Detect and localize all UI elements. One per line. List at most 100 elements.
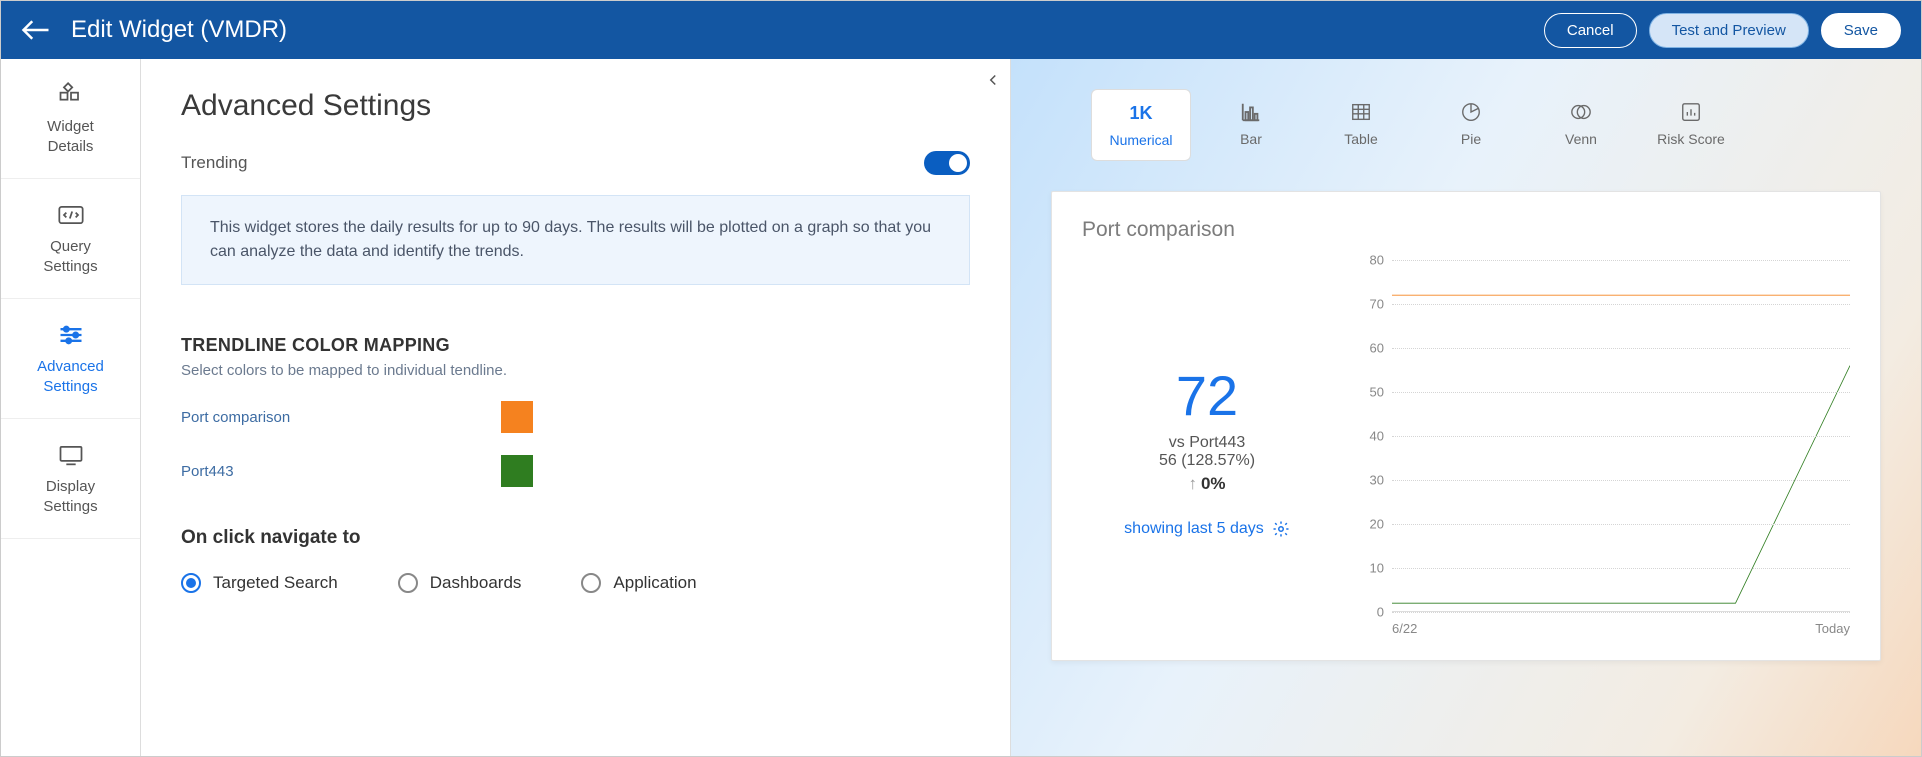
y-tick: 70 (1370, 297, 1384, 312)
arrow-up-icon: ↑ (1188, 474, 1197, 494)
sidebar-item-label: Display Settings (43, 477, 97, 516)
card-title: Port comparison (1082, 218, 1850, 242)
chart-type-tabs: 1K Numerical Bar Table Pie (1091, 89, 1881, 161)
sidebar-item-advanced-settings[interactable]: Advanced Settings (1, 299, 140, 419)
x-axis: 6/22 Today (1392, 616, 1850, 640)
header-left: Edit Widget (VMDR) (21, 15, 287, 45)
chart-area: 01020304050607080 6/22 Today (1352, 260, 1850, 640)
grid-line (1392, 436, 1850, 437)
chart-type-label: Risk Score (1657, 131, 1725, 147)
nav-head: On click navigate to (181, 527, 970, 549)
y-axis: 01020304050607080 (1352, 260, 1392, 612)
grid-line (1392, 480, 1850, 481)
grid-icon (57, 81, 85, 109)
y-tick: 60 (1370, 341, 1384, 356)
cancel-button[interactable]: Cancel (1544, 13, 1637, 48)
code-icon (57, 201, 85, 229)
sidebar: Widget Details Query Settings Advanced S… (1, 59, 141, 756)
page-title: Edit Widget (VMDR) (71, 16, 287, 44)
sidebar-item-label: Query Settings (43, 237, 97, 276)
pct-line: 56 (128.57%) (1159, 452, 1255, 470)
y-tick: 80 (1370, 253, 1384, 268)
preview-panel: 1K Numerical Bar Table Pie (1011, 59, 1921, 756)
settings-panel: Advanced Settings Trending This widget s… (141, 59, 1011, 756)
chart-type-table[interactable]: Table (1311, 89, 1411, 161)
color-row-label: Port comparison (181, 409, 501, 426)
radio-label: Dashboards (430, 573, 522, 593)
color-row-port443: Port443 (181, 455, 970, 487)
test-and-preview-button[interactable]: Test and Preview (1649, 13, 1809, 48)
radio-application[interactable]: Application (581, 573, 696, 593)
y-tick: 30 (1370, 473, 1384, 488)
bar-chart-icon (1240, 101, 1262, 123)
panel-title: Advanced Settings (181, 89, 970, 123)
numerical-icon: 1K (1129, 103, 1152, 124)
y-tick: 10 (1370, 561, 1384, 576)
color-mapping-head: TRENDLINE COLOR MAPPING (181, 335, 970, 356)
body-area: Widget Details Query Settings Advanced S… (1, 59, 1921, 756)
chart-type-pie[interactable]: Pie (1421, 89, 1521, 161)
preview-card: Port comparison 72 vs Port443 56 (128.57… (1051, 191, 1881, 661)
grid-line (1392, 392, 1850, 393)
sliders-icon (57, 321, 85, 349)
header-actions: Cancel Test and Preview Save (1544, 13, 1901, 48)
showing-label: showing last 5 days (1124, 520, 1264, 538)
trending-info-box: This widget stores the daily results for… (181, 195, 970, 285)
chart-type-risk-score[interactable]: Risk Score (1641, 89, 1741, 161)
chart-type-label: Table (1344, 131, 1377, 147)
chart-type-label: Numerical (1109, 132, 1172, 148)
grid-line (1392, 260, 1850, 261)
grid-line (1392, 524, 1850, 525)
app-header: Edit Widget (VMDR) Cancel Test and Previ… (1, 1, 1921, 59)
chart-type-venn[interactable]: Venn (1531, 89, 1631, 161)
y-tick: 20 (1370, 517, 1384, 532)
card-body: 72 vs Port443 56 (128.57%) ↑ 0% showing … (1082, 260, 1850, 640)
big-number: 72 (1176, 363, 1238, 428)
chart-type-label: Venn (1565, 131, 1597, 147)
stat-column: 72 vs Port443 56 (128.57%) ↑ 0% showing … (1082, 260, 1332, 640)
showing-last-days[interactable]: showing last 5 days (1124, 520, 1290, 538)
y-tick: 50 (1370, 385, 1384, 400)
x-tick-start: 6/22 (1392, 621, 1417, 636)
sidebar-item-display-settings[interactable]: Display Settings (1, 419, 140, 539)
radio-dashboards[interactable]: Dashboards (398, 573, 522, 593)
venn-icon (1570, 101, 1592, 123)
color-mapping-sub: Select colors to be mapped to individual… (181, 362, 970, 379)
radio-label: Targeted Search (213, 573, 338, 593)
chart-type-label: Pie (1461, 131, 1481, 147)
grid-line (1392, 304, 1850, 305)
color-swatch[interactable] (501, 401, 533, 433)
grid-line (1392, 568, 1850, 569)
back-arrow-icon[interactable] (21, 15, 51, 45)
save-button[interactable]: Save (1821, 13, 1901, 48)
table-icon (1350, 101, 1372, 123)
x-tick-end: Today (1815, 621, 1850, 636)
color-swatch[interactable] (501, 455, 533, 487)
color-row-label: Port443 (181, 463, 501, 480)
color-row-port-comparison: Port comparison (181, 401, 970, 433)
y-tick: 40 (1370, 429, 1384, 444)
chart-column: 01020304050607080 6/22 Today (1332, 260, 1850, 640)
trending-label: Trending (181, 153, 247, 173)
sidebar-item-widget-details[interactable]: Widget Details (1, 59, 140, 179)
trending-row: Trending (181, 151, 970, 175)
sidebar-item-label: Advanced Settings (37, 357, 104, 396)
delta-line: ↑ 0% (1188, 474, 1225, 494)
trending-toggle[interactable] (924, 151, 970, 175)
sidebar-item-query-settings[interactable]: Query Settings (1, 179, 140, 299)
chart-type-numerical[interactable]: 1K Numerical (1091, 89, 1191, 161)
grid-line (1392, 348, 1850, 349)
collapse-panel-icon[interactable] (984, 71, 1002, 92)
radio-targeted-search[interactable]: Targeted Search (181, 573, 338, 593)
vs-line: vs Port443 (1169, 434, 1245, 452)
sidebar-item-label: Widget Details (47, 117, 94, 156)
radio-label: Application (613, 573, 696, 593)
chart-type-bar[interactable]: Bar (1201, 89, 1301, 161)
delta-value: 0% (1201, 474, 1226, 494)
pie-chart-icon (1460, 101, 1482, 123)
y-tick: 0 (1377, 605, 1384, 620)
nav-radio-group: Targeted Search Dashboards Application (181, 573, 970, 593)
grid-line (1392, 612, 1850, 613)
display-icon (57, 441, 85, 469)
gear-icon (1272, 520, 1290, 538)
